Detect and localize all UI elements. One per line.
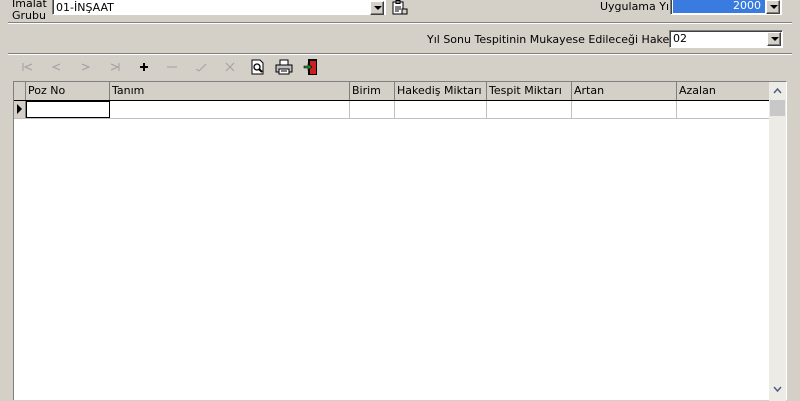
vertical-scrollbar[interactable] [769, 82, 786, 401]
scroll-up-button[interactable] [769, 82, 786, 99]
next-record-button[interactable] [75, 57, 97, 77]
column-header-tespit-miktari[interactable]: Tespit Miktarı [487, 82, 572, 100]
clipboard-icon [392, 0, 408, 15]
insert-record-button[interactable] [133, 57, 155, 77]
first-icon [22, 63, 33, 71]
cell-tespit-miktari[interactable] [487, 101, 572, 118]
cell-artan[interactable] [572, 101, 677, 118]
cell-hakedis-miktari[interactable] [395, 101, 487, 118]
hakedis-dropdown-button[interactable] [767, 32, 781, 46]
imalat-grubu-combo[interactable]: 01-İNŞAAT [52, 0, 386, 15]
check-icon [195, 63, 207, 72]
printer-icon [275, 59, 293, 75]
cell-azalan[interactable] [677, 101, 770, 118]
exit-door-icon [303, 59, 317, 75]
table-row[interactable] [14, 101, 770, 119]
last-record-button[interactable] [104, 57, 126, 77]
hakedis-no-label: Yıl Sonu Tespitinin Mukayese Edileceği H… [427, 33, 704, 46]
uygulama-yili-combo[interactable]: 2000 [670, 0, 782, 15]
chevron-up-icon [773, 87, 782, 93]
preview-icon [251, 59, 264, 75]
imalat-grubu-value: 01-İNŞAAT [56, 1, 114, 14]
first-record-button[interactable] [17, 57, 39, 77]
indicator-header-cell [14, 82, 26, 100]
data-grid[interactable]: Poz No Tanım Birim Hakediş Miktarı Tespi… [13, 81, 787, 401]
last-icon [110, 63, 120, 71]
scroll-down-button[interactable] [769, 380, 786, 397]
imalat-dropdown-button[interactable] [370, 1, 384, 15]
row-indicator [14, 101, 26, 118]
cell-tanim[interactable] [110, 101, 350, 118]
uygulama-yili-label: Uygulama Yılı [600, 0, 676, 13]
select-group-button[interactable] [391, 0, 411, 16]
next-icon [81, 63, 91, 71]
print-preview-button[interactable] [247, 57, 269, 77]
cancel-record-button[interactable] [219, 57, 241, 77]
toolbar-separator [8, 53, 792, 55]
prior-record-button[interactable] [45, 57, 67, 77]
chevron-down-icon [773, 386, 782, 392]
print-button[interactable] [273, 57, 295, 77]
grid-header: Poz No Tanım Birim Hakediş Miktarı Tespi… [14, 82, 770, 101]
hakedis-no-value: 02 [673, 32, 687, 45]
imalat-grubu-label-text: İmalat Grubu [12, 0, 47, 22]
delete-record-button[interactable] [161, 57, 183, 77]
column-header-azalan[interactable]: Azalan [677, 82, 770, 100]
column-header-artan[interactable]: Artan [572, 82, 677, 100]
current-row-arrow-icon [17, 104, 22, 114]
column-header-tanim[interactable]: Tanım [110, 82, 350, 100]
scroll-thumb[interactable] [770, 100, 785, 116]
uygulama-dropdown-button[interactable] [766, 0, 780, 14]
uygulama-yili-value: 2000 [733, 0, 761, 12]
minus-icon [167, 66, 177, 68]
cell-poz-no[interactable] [26, 101, 110, 118]
exit-button[interactable] [300, 57, 322, 77]
column-header-birim[interactable]: Birim [350, 82, 395, 100]
plus-icon [140, 63, 148, 71]
top-separator [8, 22, 792, 24]
post-record-button[interactable] [190, 57, 212, 77]
x-icon [225, 62, 235, 72]
prior-icon [51, 63, 61, 71]
column-header-poz-no[interactable]: Poz No [26, 82, 110, 100]
cell-birim[interactable] [350, 101, 395, 118]
column-header-hakedis-miktari[interactable]: Hakediş Miktarı [395, 82, 487, 100]
hakedis-no-combo[interactable]: 02 [669, 30, 783, 48]
